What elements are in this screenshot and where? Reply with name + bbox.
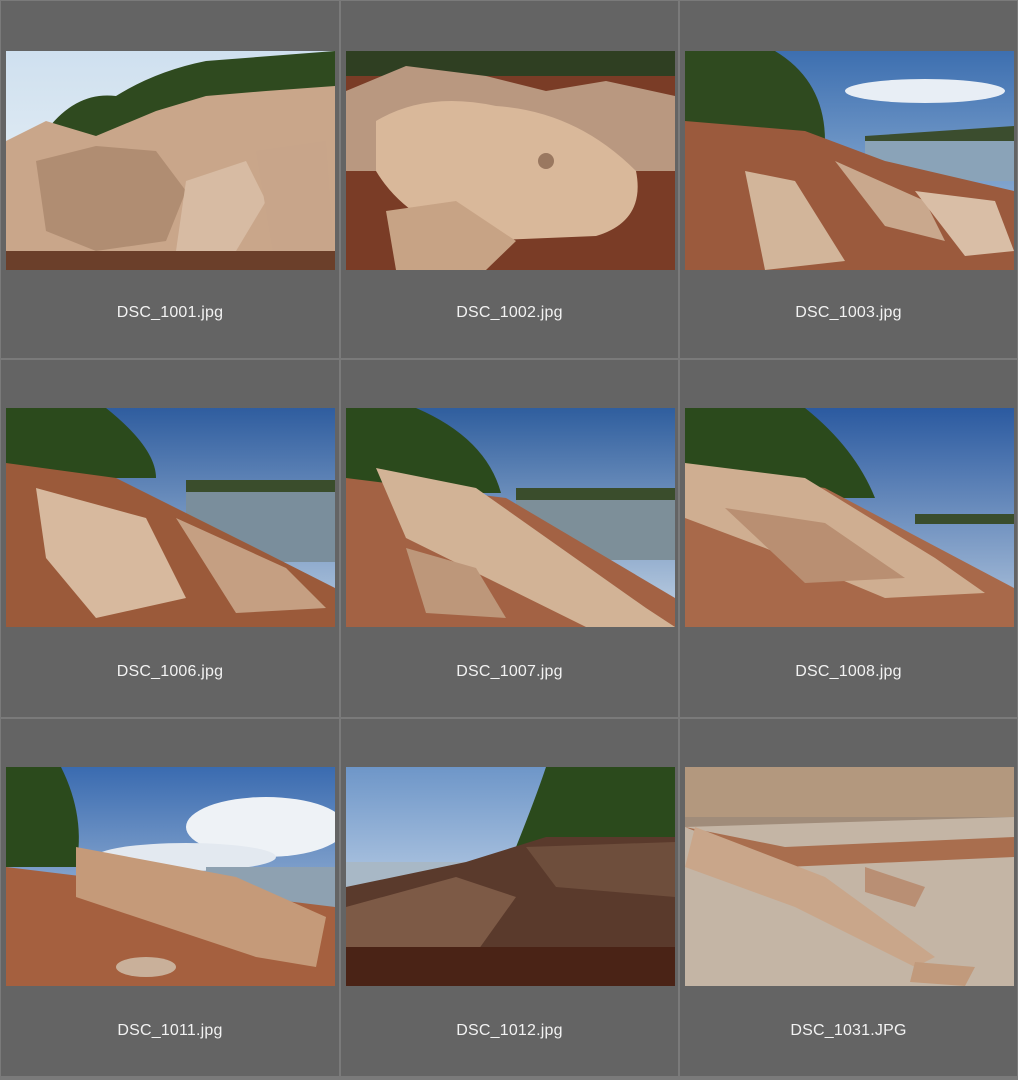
photo-thumbnail[interactable] [6, 408, 335, 627]
file-name: DSC_1002.jpg [456, 304, 563, 321]
photo-thumbnail[interactable] [685, 51, 1014, 270]
file-name: DSC_1012.jpg [456, 1022, 563, 1039]
thumbnail-cell[interactable]: DSC_1006.jpg [1, 360, 339, 717]
photo-thumbnail[interactable] [685, 767, 1014, 986]
file-name: DSC_1011.jpg [117, 1022, 223, 1039]
file-name: DSC_1001.jpg [116, 304, 224, 321]
photo-thumbnail[interactable] [346, 408, 675, 627]
thumbnail-cell[interactable]: DSC_1031.JPG [680, 719, 1017, 1076]
thumbnail-cell[interactable]: DSC_1003.jpg [680, 1, 1017, 358]
photo-thumbnail[interactable] [6, 767, 335, 986]
thumbnail-cell[interactable]: DSC_1012.jpg [341, 719, 678, 1076]
thumbnail-cell[interactable]: DSC_1008.jpg [680, 360, 1017, 717]
thumbnail-cell[interactable]: DSC_1011.jpg [1, 719, 339, 1076]
photo-thumbnail[interactable] [685, 408, 1014, 627]
photo-thumbnail[interactable] [6, 51, 335, 270]
file-name: DSC_1006.jpg [116, 663, 224, 680]
file-name: DSC_1031.JPG [790, 1022, 907, 1039]
file-name: DSC_1003.jpg [795, 304, 902, 321]
file-name: DSC_1007.jpg [456, 663, 563, 680]
thumbnail-grid: DSC_1001.jpg DSC_1002.jpg DSC_1003.jpg D… [0, 0, 1018, 1080]
photo-thumbnail[interactable] [346, 767, 675, 986]
thumbnail-cell[interactable]: DSC_1002.jpg [341, 1, 678, 358]
thumbnail-cell[interactable]: DSC_1001.jpg [1, 1, 339, 358]
photo-thumbnail[interactable] [346, 51, 675, 270]
thumbnail-cell[interactable]: DSC_1007.jpg [341, 360, 678, 717]
file-name: DSC_1008.jpg [795, 663, 902, 680]
